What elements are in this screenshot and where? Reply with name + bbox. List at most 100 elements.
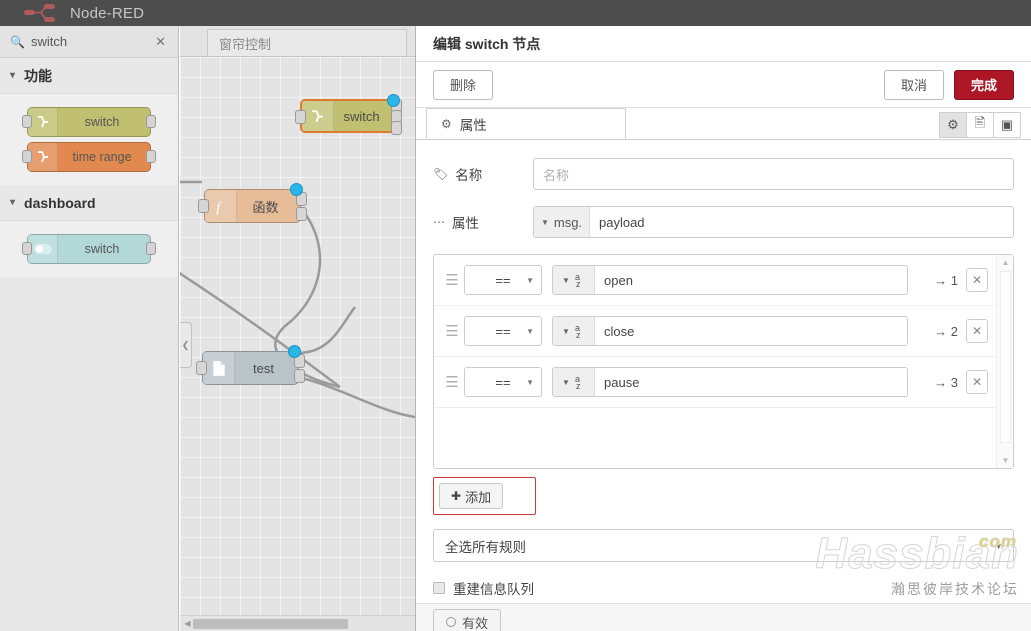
- property-typed-input[interactable]: ▼ msg. payload: [533, 206, 1014, 238]
- node-input-port: [295, 110, 306, 124]
- tab-properties[interactable]: ⚙ 属性: [426, 108, 626, 139]
- category-label: 功能: [24, 67, 53, 84]
- rule-value-text[interactable]: open: [595, 266, 907, 294]
- palette-node-time-range[interactable]: time range: [22, 142, 156, 172]
- category-header-dashboard[interactable]: ▾ dashboard: [0, 185, 178, 221]
- scroll-up-icon[interactable]: ▲: [997, 255, 1014, 270]
- node-input-port: [22, 242, 32, 255]
- recreate-queue-checkbox[interactable]: [433, 582, 445, 594]
- scroll-down-icon[interactable]: ▼: [997, 453, 1014, 468]
- field-row-name: 🏷 名称 名称: [433, 158, 1014, 190]
- rule-operator-select[interactable]: == ▼: [464, 367, 542, 397]
- rule-output-label: → 1: [934, 272, 958, 288]
- collapse-palette-icon[interactable]: ❮: [180, 322, 192, 368]
- delete-button[interactable]: 删除: [433, 69, 494, 100]
- rule-value-input[interactable]: ▼ az pause: [552, 367, 908, 397]
- node-output-port: [146, 242, 156, 255]
- drag-handle-icon[interactable]: ☰: [442, 322, 462, 340]
- drag-handle-icon[interactable]: ☰: [442, 271, 462, 289]
- delete-rule-button[interactable]: ✕: [966, 370, 988, 394]
- chevron-down-icon: ▼: [562, 377, 570, 387]
- rule-operator-select[interactable]: == ▼: [464, 316, 542, 346]
- flow-tab-curtain-control[interactable]: 窗帘控制: [207, 29, 407, 56]
- search-input[interactable]: switch: [31, 34, 155, 49]
- category-header-functions[interactable]: ▾ 功能: [0, 58, 178, 94]
- chevron-down-icon: ▼: [526, 275, 534, 285]
- dialog-toolbar: 删除 取消 完成: [416, 62, 1031, 108]
- gear-icon[interactable]: ⚙: [939, 112, 967, 138]
- az-glyph: az: [574, 374, 581, 391]
- rule-row[interactable]: ☰ == ▼ ▼ az pause → 3 ✕: [434, 357, 996, 408]
- scroll-left-icon[interactable]: ◀: [182, 618, 193, 630]
- enable-node-button[interactable]: 有效: [433, 609, 502, 631]
- property-type-selector[interactable]: ▼ msg.: [534, 207, 590, 237]
- chevron-down-icon: ▼: [526, 377, 534, 387]
- flow-grid[interactable]: switch f 函数 test: [180, 57, 415, 618]
- rule-value-text[interactable]: pause: [595, 368, 907, 396]
- add-rule-button[interactable]: ✚ 添加: [439, 483, 504, 509]
- recreate-queue-checkbox-row[interactable]: 重建信息队列: [433, 578, 1014, 598]
- edit-node-dialog: 编辑 switch 节点 删除 取消 完成 ⚙ 属性 ⚙ 🖹 ▣ 🏷 名称 名称…: [415, 26, 1031, 631]
- node-changed-badge: [288, 345, 301, 358]
- palette-node-label: switch: [84, 115, 120, 129]
- done-button[interactable]: 完成: [953, 69, 1014, 100]
- chevron-down-icon: ▼: [540, 217, 549, 227]
- delete-rule-button[interactable]: ✕: [966, 268, 988, 292]
- chevron-down-icon: ▼: [562, 326, 570, 336]
- enable-node-label: 有效: [462, 615, 489, 631]
- dialog-footer: 有效: [416, 603, 1031, 631]
- clear-search-icon[interactable]: ✕: [155, 34, 166, 50]
- canvas-horizontal-scrollbar[interactable]: ◀: [180, 615, 415, 631]
- palette-node-switch[interactable]: switch: [22, 107, 156, 137]
- node-changed-badge: [387, 94, 400, 107]
- palette-node-label: time range: [72, 150, 132, 164]
- rule-output-label: → 2: [934, 323, 958, 339]
- label-text: 名称: [455, 168, 483, 183]
- rules-vertical-scrollbar[interactable]: ▲ ▼: [996, 255, 1013, 468]
- palette-search[interactable]: 🔍 switch ✕: [0, 26, 178, 58]
- svg-text:f: f: [216, 199, 222, 214]
- canvas-node-test[interactable]: test: [196, 345, 305, 385]
- rules-list: ☰ == ▼ ▼ az open → 1 ✕ ☰ == ▼ ▼ a z clos…: [434, 255, 996, 468]
- category-body-functions: switch time range: [0, 94, 178, 185]
- app-title: Node-RED: [70, 4, 145, 22]
- tag-icon: 🏷: [433, 167, 449, 181]
- az-glyph: az: [574, 323, 581, 340]
- document-icon[interactable]: 🖹: [966, 112, 994, 138]
- template-icon: [203, 352, 235, 384]
- node-input-port: [22, 150, 32, 163]
- node-output-port-3: [391, 121, 402, 135]
- rule-value-input[interactable]: ▼ az open: [552, 265, 908, 295]
- delete-rule-button[interactable]: ✕: [966, 319, 988, 343]
- drag-handle-icon[interactable]: ☰: [442, 373, 462, 391]
- string-type-icon[interactable]: ▼ az: [553, 368, 595, 396]
- node-red-logo-icon: [22, 2, 62, 24]
- category-label: dashboard: [24, 194, 96, 211]
- appearance-icon[interactable]: ▣: [993, 112, 1021, 138]
- canvas-node-switch[interactable]: switch: [295, 94, 402, 135]
- plus-icon: ✚: [451, 489, 462, 503]
- name-input[interactable]: 名称: [533, 158, 1014, 190]
- dialog-title: 编辑 switch 节点: [416, 26, 1031, 62]
- rule-value-input[interactable]: ▼ az close: [552, 316, 908, 346]
- canvas-node-label: 函数: [252, 199, 279, 215]
- node-output-port-2: [296, 207, 307, 221]
- property-field-label: ⋯ 属性: [433, 212, 533, 232]
- palette-node-dashboard-switch[interactable]: switch: [22, 234, 156, 264]
- flow-canvas-area: 窗帘控制 switch f 函数 test ❮ ◀: [180, 26, 415, 631]
- add-rule-label: 添加: [465, 489, 492, 505]
- rule-value-text[interactable]: close: [595, 317, 907, 345]
- cancel-button[interactable]: 取消: [883, 69, 944, 100]
- dialog-form: 🏷 名称 名称 ⋯ 属性 ▼ msg. payload: [416, 140, 1031, 238]
- rule-row[interactable]: ☰ == ▼ ▼ az open → 1 ✕: [434, 255, 996, 306]
- string-type-icon[interactable]: ▼ az: [553, 317, 595, 345]
- rule-operator-select[interactable]: == ▼: [464, 265, 542, 295]
- node-changed-badge: [290, 183, 303, 196]
- string-type-icon[interactable]: ▼ az: [553, 266, 595, 294]
- scrollbar-thumb[interactable]: [193, 619, 348, 629]
- match-mode-select[interactable]: 全选所有规则 ▼: [433, 529, 1014, 562]
- scrollbar-thumb[interactable]: [1000, 271, 1011, 443]
- canvas-node-function[interactable]: f 函数: [198, 183, 307, 223]
- property-value-input[interactable]: payload: [590, 207, 1013, 237]
- rule-row[interactable]: ☰ == ▼ ▼ az close → 2 ✕: [434, 306, 996, 357]
